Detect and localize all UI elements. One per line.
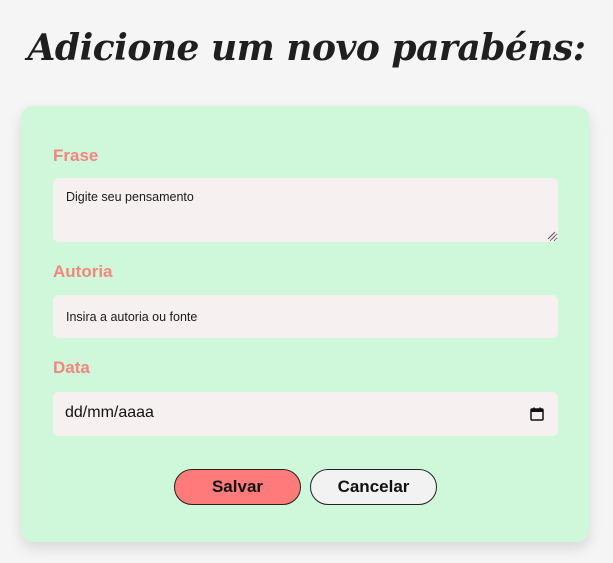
frase-label: Frase bbox=[53, 146, 99, 165]
autoria-input[interactable] bbox=[53, 295, 558, 338]
date-input[interactable]: dd/mm/aaaa bbox=[53, 392, 558, 436]
data-label: Data bbox=[53, 358, 90, 377]
date-placeholder: dd/mm/aaaa bbox=[65, 404, 154, 421]
cancel-button[interactable]: Cancelar bbox=[310, 469, 437, 505]
new-congrats-form: Frase Autoria Data dd/mm/aaaa Salvar Can… bbox=[21, 106, 589, 542]
autoria-label: Autoria bbox=[53, 262, 113, 281]
frase-textarea[interactable] bbox=[53, 178, 558, 242]
calendar-icon[interactable] bbox=[530, 407, 544, 421]
save-button[interactable]: Salvar bbox=[174, 469, 301, 505]
page-title: Adicione um novo parabéns: bbox=[27, 27, 586, 69]
